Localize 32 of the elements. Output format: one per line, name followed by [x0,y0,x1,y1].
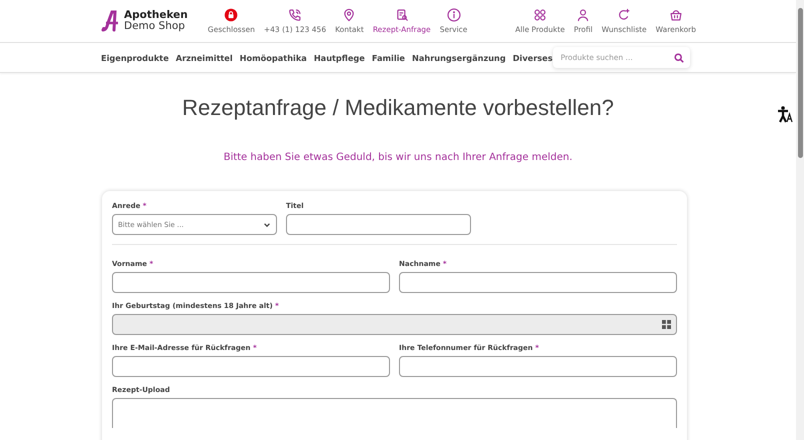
grid-icon [533,8,548,22]
category-link[interactable]: Diverses [512,52,553,62]
subtitle: Bitte haben Sie etwas Geduld, bis wir uns nach Ihrer Anfrage melden. [222,152,574,163]
basket-icon [668,8,683,22]
chevron-down-icon [263,220,271,228]
calendar-icon [662,320,671,329]
phone-icon [288,8,302,22]
info-icon [446,8,461,22]
upload-field[interactable] [112,398,677,428]
logo-icon[interactable] [101,10,121,32]
location-pin-icon [342,8,356,22]
logo-text: Demo Shop [124,21,185,32]
refresh-icon [617,8,632,22]
input-field[interactable] [399,272,677,293]
category-link[interactable]: Eigenprodukte [101,52,169,62]
search-icon [674,52,684,62]
lock-icon [224,8,238,22]
category-link[interactable]: Homöopathika [240,52,307,62]
scrollbar[interactable] [796,0,804,440]
accessibility-icon[interactable] [777,106,793,123]
category-link[interactable]: Nahrungsergänzung [412,52,506,62]
person-icon [576,8,590,22]
logo-text: Apotheken [124,10,188,21]
category-link[interactable]: Familie [372,52,405,62]
input-field[interactable] [399,356,677,377]
input-field[interactable] [112,356,390,377]
category-link[interactable]: Hautpflege [314,52,365,62]
document-icon [394,8,409,22]
input-field[interactable] [112,272,390,293]
input-field[interactable] [286,214,471,235]
page-title: Rezeptanfrage / Medikamente vorbestellen? [181,95,615,121]
category-link[interactable]: Arzneimittel [176,52,233,62]
